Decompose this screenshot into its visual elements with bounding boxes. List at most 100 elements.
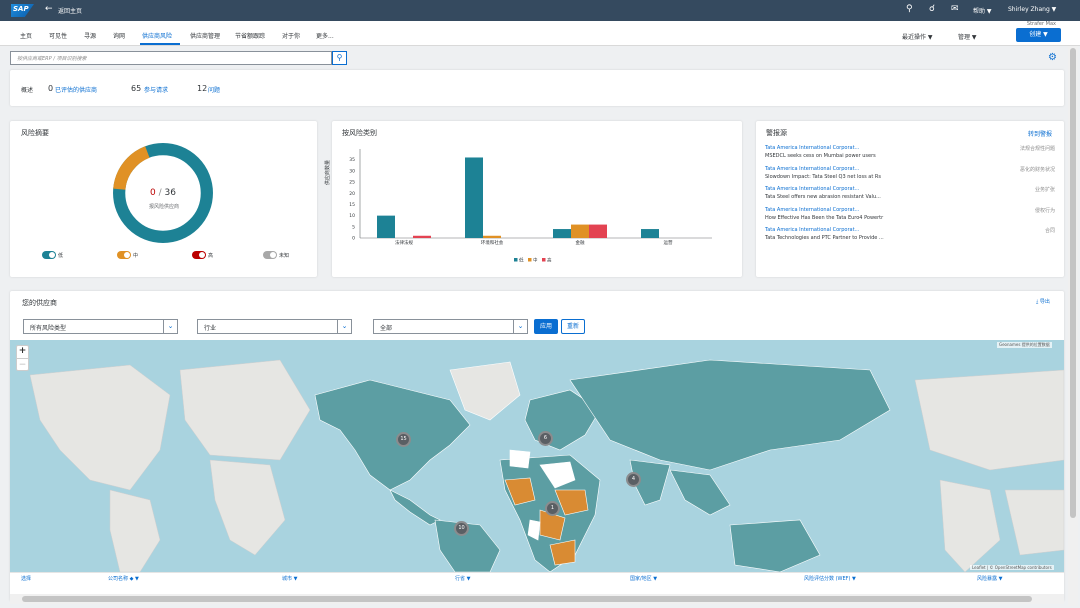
overview-requests-link[interactable]: 参与请求	[144, 85, 168, 94]
world-map-shapes	[29, 359, 1064, 572]
overview-assessed-link[interactable]: 已评估的供应商	[55, 85, 97, 94]
manage-menu[interactable]: 管理 ▼	[958, 32, 977, 41]
tab-inquiry[interactable]: 询网	[113, 31, 125, 40]
map-cluster-marker[interactable]: 15	[396, 432, 411, 447]
bar-中	[483, 235, 501, 238]
legend-high-label: 高	[208, 253, 214, 259]
search-icon: ⚲	[336, 53, 343, 62]
tab-savings-tracking[interactable]: 节省额跟踪	[235, 31, 265, 40]
notifications-icon[interactable]: ☌	[929, 4, 935, 14]
search-button[interactable]: ⚲	[332, 51, 347, 65]
bar-低	[553, 229, 571, 238]
alert-category-tag: 合同	[1044, 228, 1055, 234]
vertical-scroll-thumb[interactable]	[1070, 48, 1076, 518]
column-country[interactable]: 国家/地区 ▼	[630, 575, 657, 582]
search-icon[interactable]: ⚲	[906, 4, 913, 14]
y-tick-label: 35	[349, 157, 355, 163]
x-tick-label: 环境和社会	[481, 239, 504, 246]
alert-headline[interactable]: Slowdown Impact: Tata Steel Q3 net loss …	[765, 174, 881, 180]
tab-home[interactable]: 主页	[20, 31, 32, 40]
back-arrow-icon[interactable]: ←	[45, 4, 53, 14]
legend-low-toggle[interactable]	[42, 251, 56, 259]
tab-supplier-risk[interactable]: 供应商风险	[142, 31, 172, 40]
map-cluster-marker[interactable]: 10	[454, 521, 469, 536]
alert-company-link[interactable]: Tata America International Corporat...	[765, 145, 859, 151]
y-tick-label: 20	[349, 191, 355, 197]
tab-supplier-management[interactable]: 供应商管理	[190, 31, 220, 40]
create-button[interactable]: 创建 ▼	[1016, 28, 1061, 42]
region-select[interactable]: 全部	[373, 319, 514, 334]
donut-value: 0 / 36	[150, 188, 176, 198]
help-menu[interactable]: 帮助 ▼	[973, 6, 992, 15]
chevron-down-icon[interactable]: ⌄	[514, 319, 528, 334]
map-cluster-marker[interactable]: 4	[626, 472, 641, 487]
horizontal-scroll-thumb[interactable]	[22, 596, 1032, 602]
tab-visibility[interactable]: 可见性	[49, 31, 67, 40]
overview-issues-count: 12	[197, 84, 208, 93]
chevron-down-icon[interactable]: ⌄	[164, 319, 178, 334]
zoom-out-button[interactable]: −	[16, 358, 29, 371]
legend-swatch-低	[514, 258, 518, 262]
donut-separator: /	[158, 188, 162, 198]
logo-text: SAP	[13, 5, 29, 13]
legend-label: 低	[519, 257, 524, 264]
tab-more[interactable]: 更多...	[316, 31, 334, 40]
overview-issues-link[interactable]: 问题	[208, 85, 220, 94]
alert-headline[interactable]: How Effective Has Been the Tata Euro4 Po…	[765, 215, 883, 221]
go-to-alerts-link[interactable]: 转到警报	[1028, 129, 1052, 138]
alert-category-tag: 恶化的财务状况	[1019, 166, 1055, 173]
export-button[interactable]: ⤓ 导出	[1036, 298, 1050, 305]
apply-button[interactable]: 应用	[534, 319, 558, 334]
alert-headline[interactable]: Tata Technologies and PTC Partner to Pro…	[765, 235, 884, 241]
alert-company-link[interactable]: Tata America International Corporat...	[765, 166, 859, 172]
map-attribution[interactable]: Leaflet | © OpenStreetMap contributors	[970, 565, 1054, 570]
legend-medium-toggle[interactable]	[117, 251, 131, 259]
column-risk-score[interactable]: 风险评估分数 (WEF) ▼	[804, 575, 856, 582]
back-to-home-link[interactable]: 返回主页	[58, 6, 82, 15]
column-city[interactable]: 城市 ▼	[282, 575, 297, 582]
alert-headline[interactable]: Tata Steel offers new abrasion resistant…	[765, 194, 881, 200]
map-cluster-marker[interactable]: 6	[538, 431, 553, 446]
alert-headline[interactable]: MSEDCL seeks cess on Mumbai power users	[765, 153, 876, 159]
donut-subtitle: 报风险供应商	[149, 204, 180, 210]
chevron-down-icon[interactable]: ⌄	[338, 319, 352, 334]
x-tick-label: 金融	[576, 239, 585, 246]
legend-label: 中	[533, 257, 538, 264]
alert-company-link[interactable]: Tata America International Corporat...	[765, 227, 859, 233]
column-province[interactable]: 行省 ▼	[455, 575, 470, 582]
reset-button[interactable]: 重新	[561, 319, 585, 334]
legend-high-toggle[interactable]	[192, 251, 206, 259]
user-menu[interactable]: Shirley Zhang ▼	[1008, 6, 1056, 13]
export-label: 导出	[1039, 299, 1050, 305]
bar-高	[589, 224, 607, 238]
legend-label: 高	[547, 257, 552, 264]
recent-actions-menu[interactable]: 最近操作 ▼	[902, 32, 933, 41]
map-cluster-marker[interactable]: 1	[545, 501, 560, 516]
y-tick-label: 0	[352, 236, 355, 242]
overview-card	[10, 70, 1064, 106]
shell-bar	[0, 0, 1080, 21]
column-company-name[interactable]: 公司名称 ◆ ▼	[108, 575, 139, 582]
tab-sourcing[interactable]: 寻源	[84, 31, 96, 40]
column-risk-exposure[interactable]: 风险暴露 ▼	[977, 575, 1002, 582]
legend-unknown-toggle[interactable]	[263, 251, 277, 259]
alert-company-link[interactable]: Tata America International Corporat...	[765, 186, 859, 192]
industry-select[interactable]: 行业	[197, 319, 338, 334]
y-axis-label: 供应商数量	[325, 159, 331, 185]
legend-swatch-中	[528, 258, 532, 262]
gear-icon[interactable]: ⚙	[1048, 52, 1057, 63]
alert-company-link[interactable]: Tata America International Corporat...	[765, 207, 859, 213]
legend-low-label: 低	[58, 253, 64, 259]
supplier-map[interactable]	[10, 340, 1064, 572]
alert-category-tag: 侵权行为	[1034, 207, 1055, 214]
column-select[interactable]: 选择	[21, 575, 31, 582]
y-tick-label: 25	[349, 180, 355, 186]
search-input[interactable]: 按供应商或ERP / 项目识别搜索	[10, 51, 332, 65]
tab-for-you[interactable]: 对于你	[282, 31, 300, 40]
zoom-in-button[interactable]: +	[16, 345, 29, 358]
y-tick-label: 5	[352, 224, 355, 230]
supplier-table-header	[10, 572, 1064, 586]
chat-icon[interactable]: ✉	[951, 4, 959, 14]
risk-type-select[interactable]: 所有风险类型	[23, 319, 164, 334]
risk-category-bar-chart: 0 5 10 15 20 25 30 35 法律法规 环境和社会 金融 运营低 中 高	[349, 149, 712, 264]
